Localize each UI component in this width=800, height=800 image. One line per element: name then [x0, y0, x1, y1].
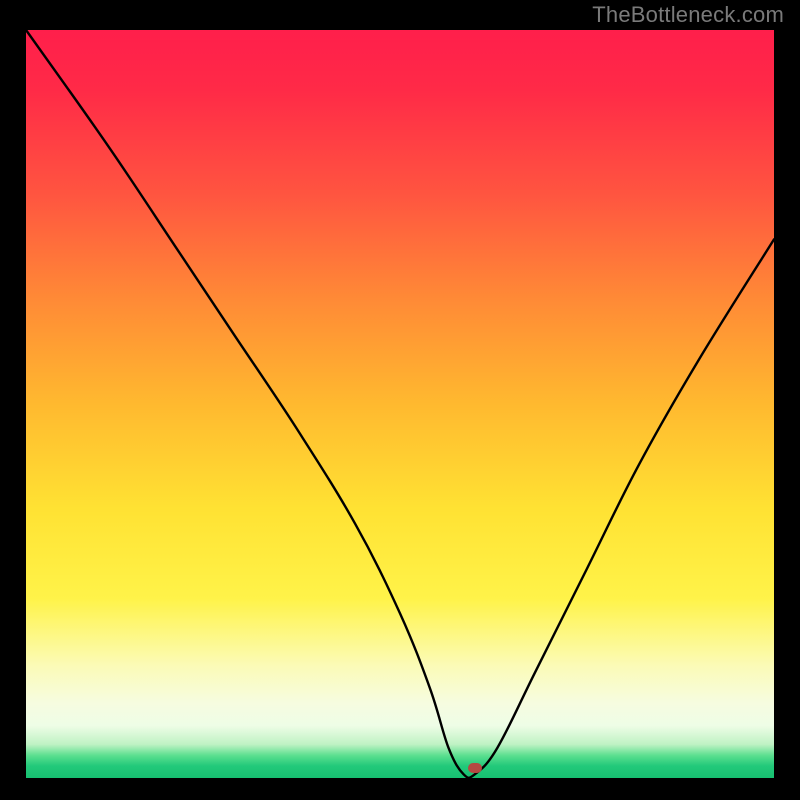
curve-path	[26, 30, 774, 778]
curve-svg	[26, 30, 774, 778]
minimum-marker	[468, 763, 482, 773]
chart-frame: TheBottleneck.com	[0, 0, 800, 800]
plot-area	[26, 30, 774, 778]
watermark-text: TheBottleneck.com	[592, 2, 784, 28]
